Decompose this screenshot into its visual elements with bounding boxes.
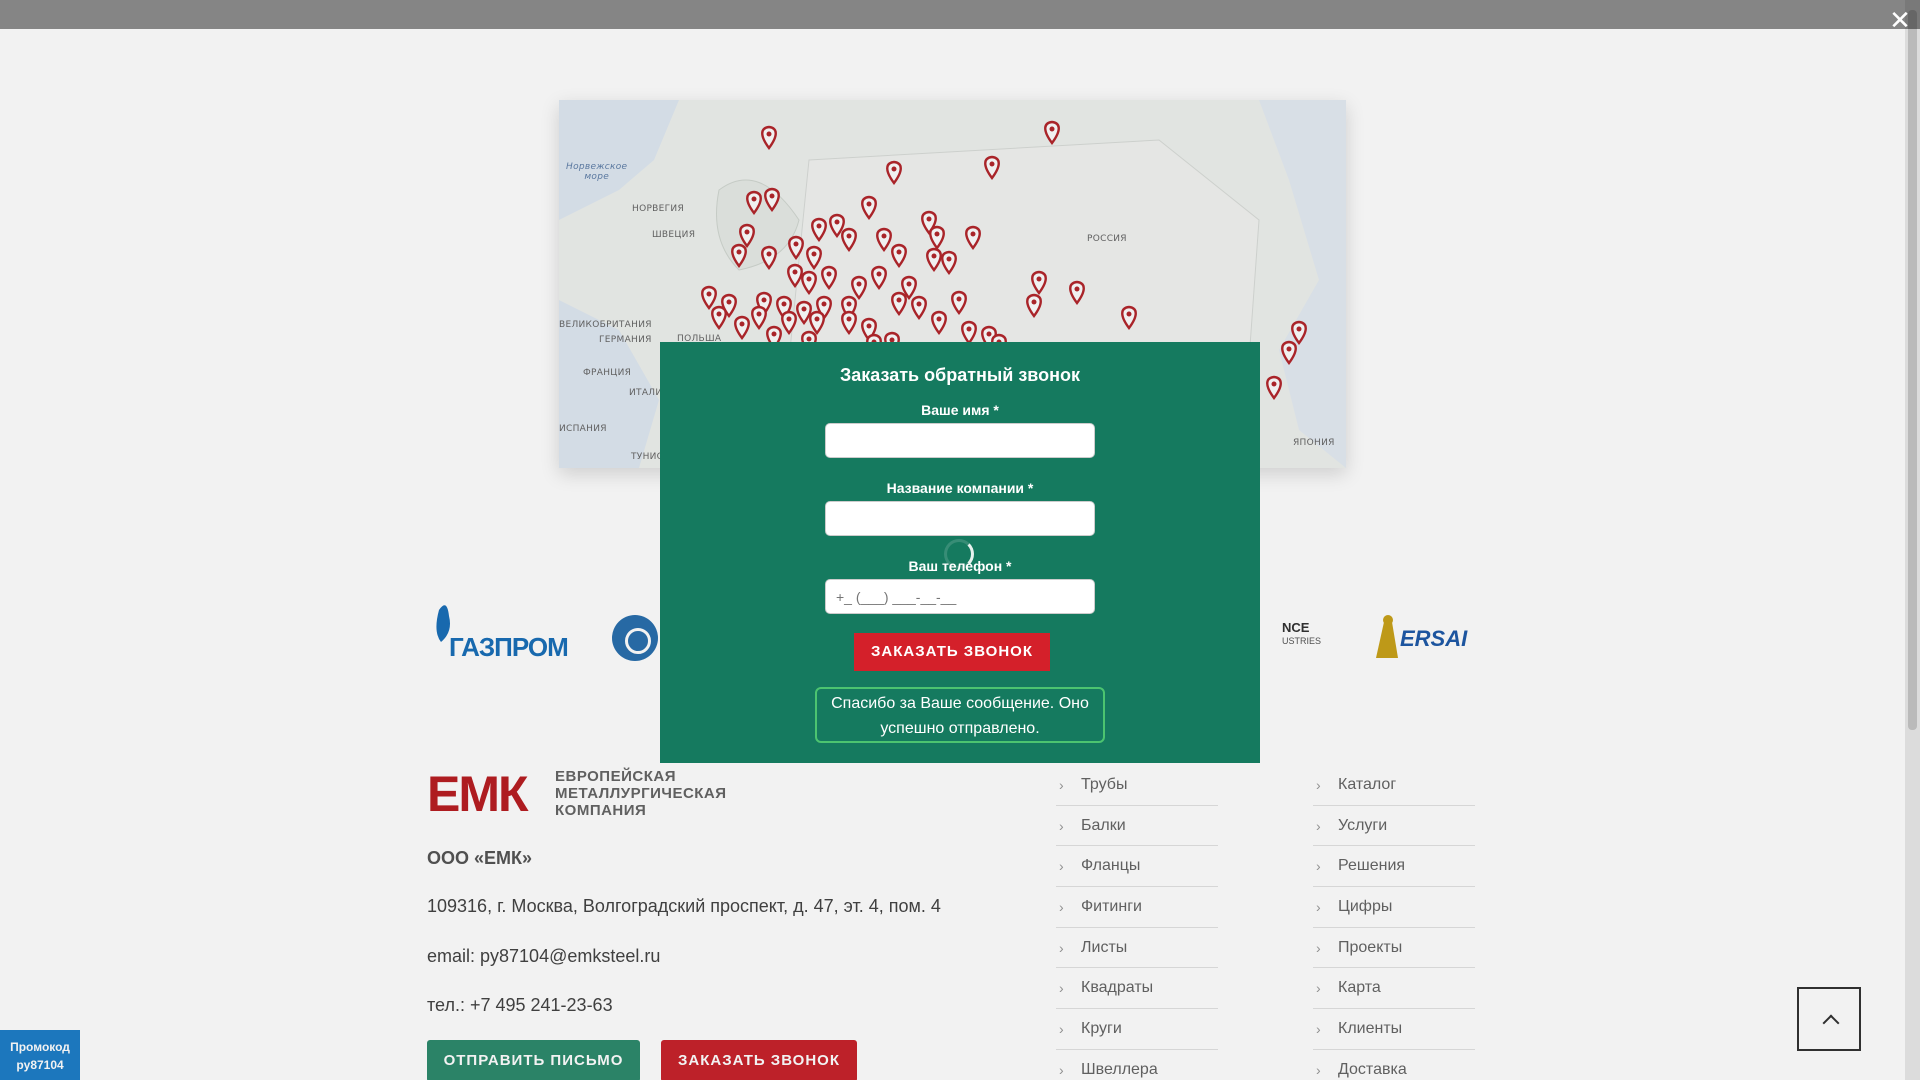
phone-input[interactable]	[825, 579, 1095, 614]
callback-modal: Заказать обратный звонок Ваше имя * Назв…	[660, 342, 1260, 763]
overlay-top-bar	[0, 0, 1920, 29]
company-label: Название компании *	[886, 480, 1034, 496]
phone-label: Ваш телефон *	[908, 558, 1012, 574]
company-input[interactable]	[825, 501, 1095, 536]
name-label: Ваше имя *	[921, 402, 999, 418]
success-message: Спасибо за Ваше сообщение. Оно успешно о…	[815, 687, 1105, 743]
close-icon[interactable]: ✕	[1887, 8, 1913, 34]
order-call-submit-button[interactable]: ЗАКАЗАТЬ ЗВОНОК	[854, 633, 1050, 671]
name-input[interactable]	[825, 423, 1095, 458]
modal-title: Заказать обратный звонок	[839, 365, 1081, 385]
